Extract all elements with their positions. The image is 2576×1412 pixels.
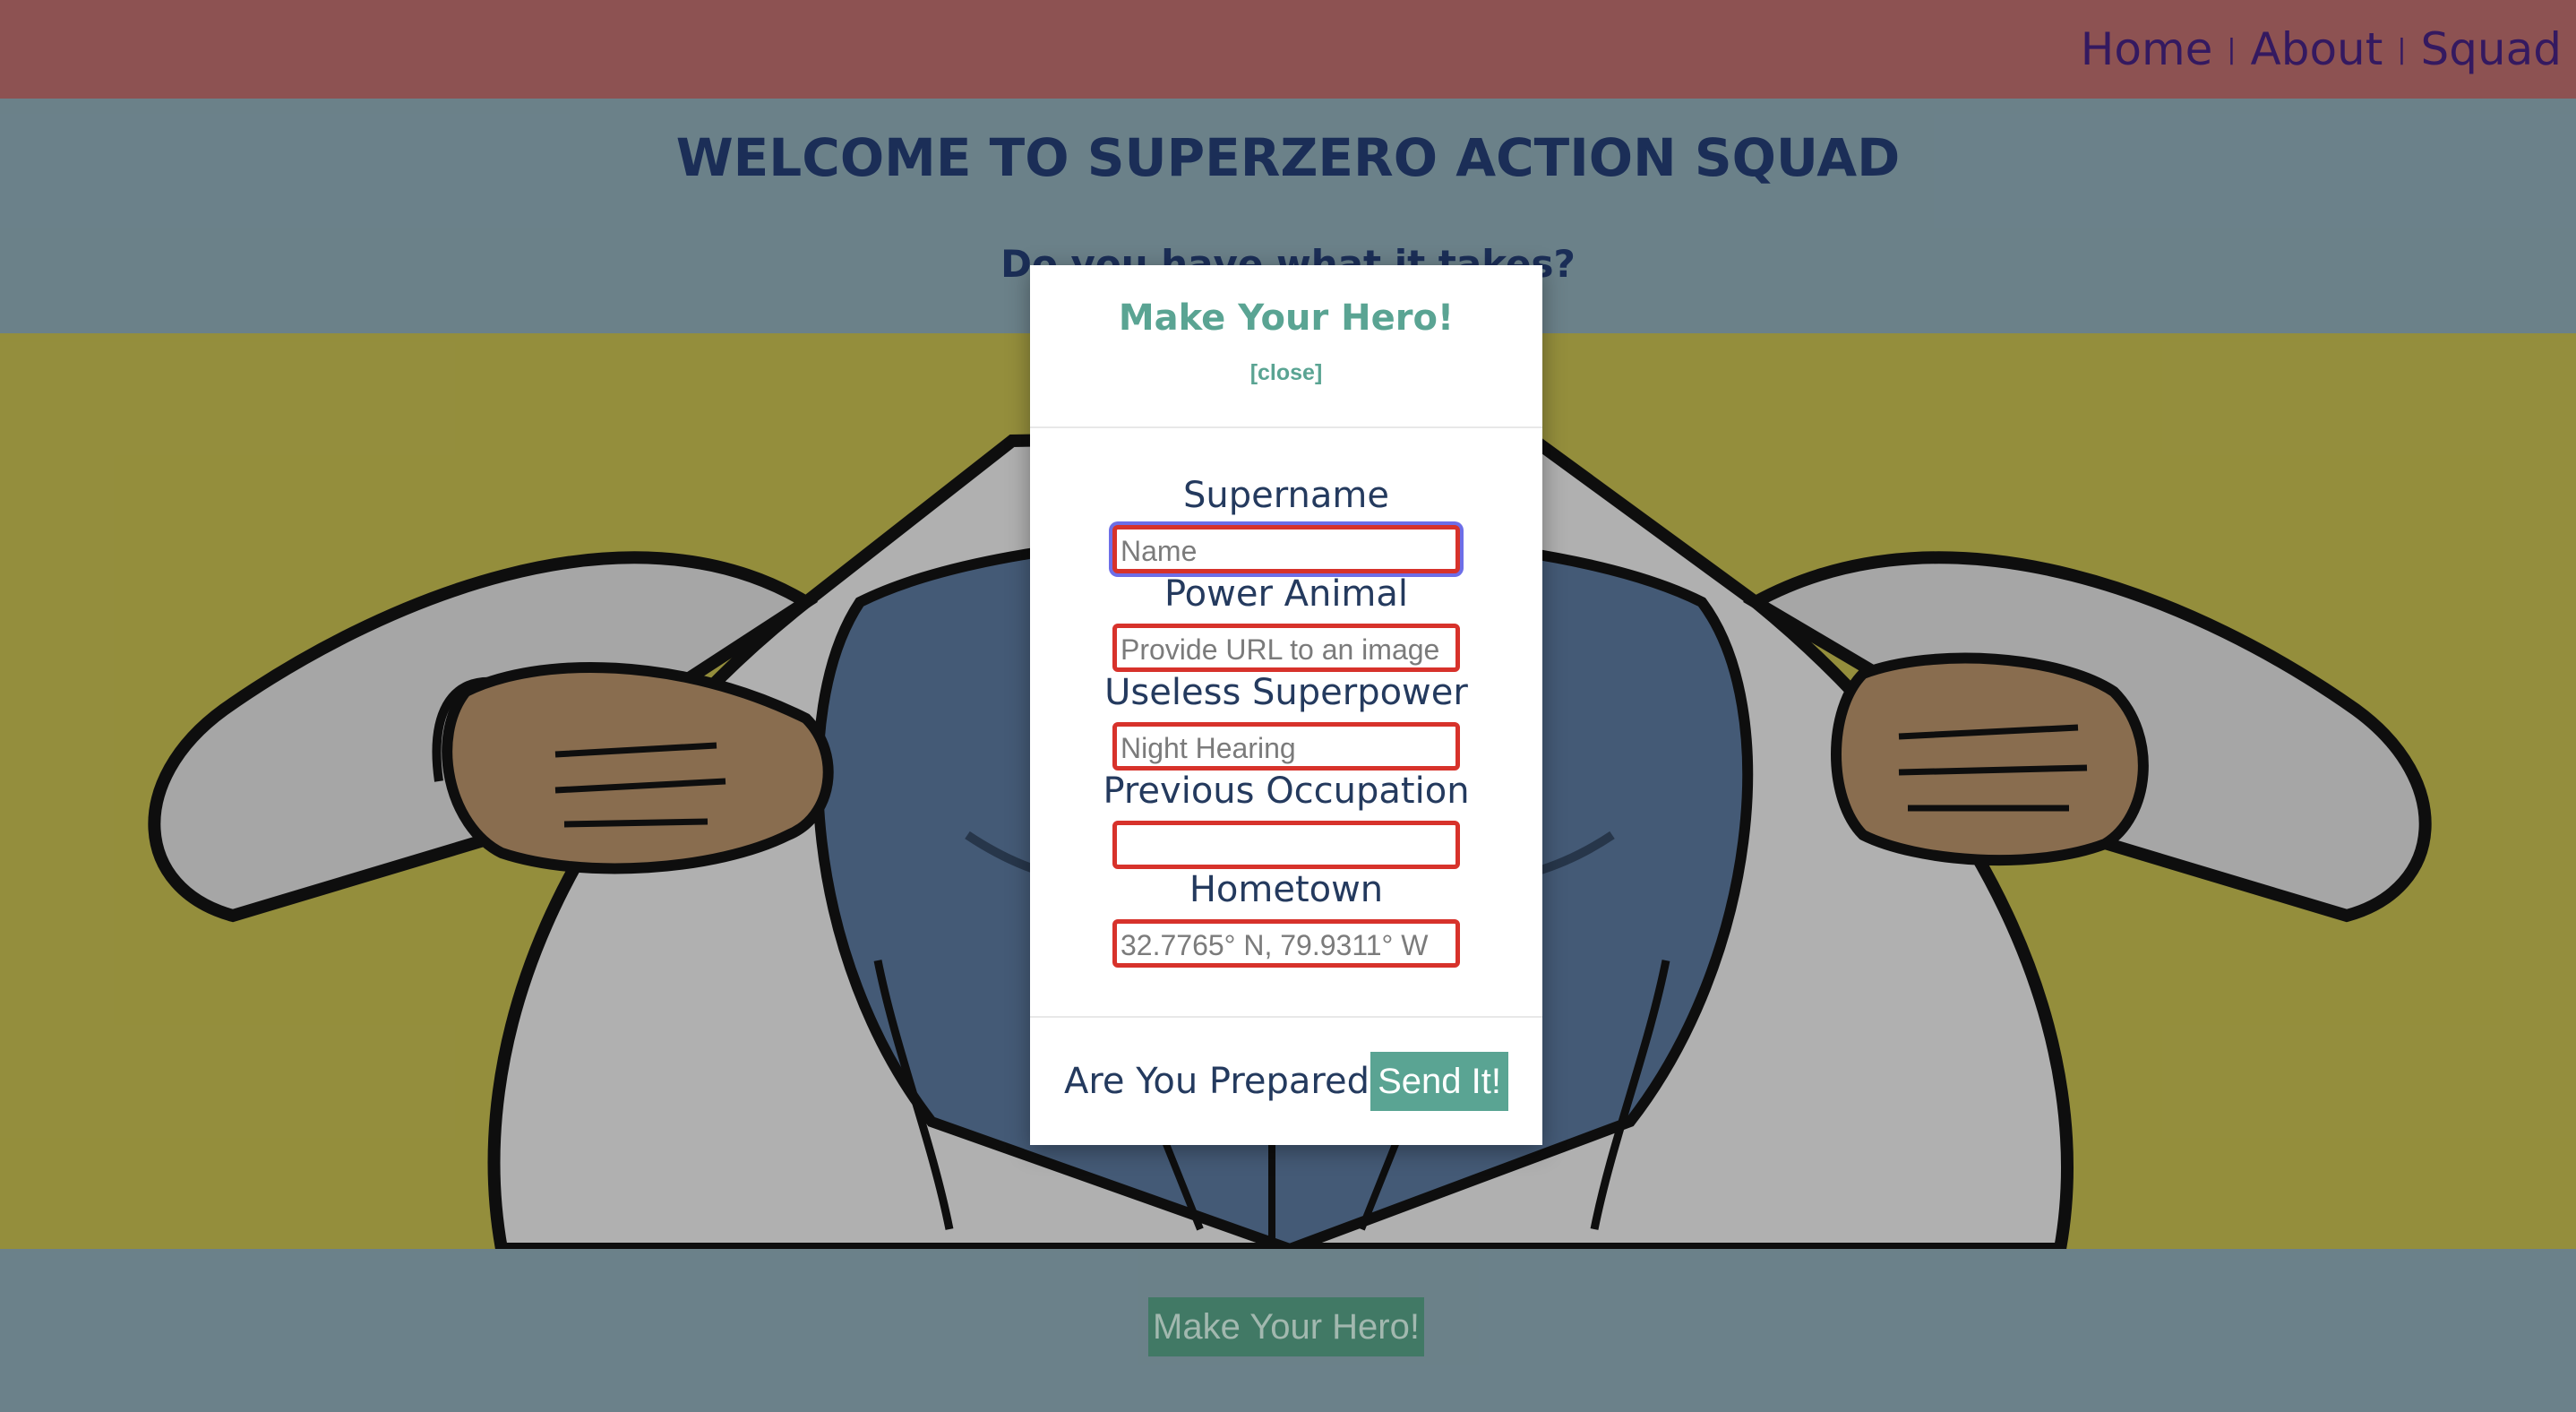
send-it-button[interactable]: Send It!: [1370, 1052, 1508, 1111]
useless-superpower-label: Useless Superpower: [1104, 672, 1468, 713]
supername-label: Supername: [1183, 475, 1389, 516]
supername-input[interactable]: [1112, 525, 1460, 573]
modal-title: Make Your Hero!: [1118, 297, 1455, 339]
modal-close-link[interactable]: [close]: [1030, 360, 1542, 386]
previous-occupation-label: Previous Occupation: [1103, 771, 1470, 812]
prepared-prompt: Are You Prepared?: [1064, 1061, 1389, 1102]
hometown-input[interactable]: [1112, 919, 1460, 968]
useless-superpower-input[interactable]: [1112, 722, 1460, 771]
previous-occupation-input[interactable]: [1112, 821, 1460, 869]
hometown-label: Hometown: [1189, 869, 1384, 910]
power-animal-label: Power Animal: [1163, 573, 1409, 615]
modal-header-divider: [1030, 426, 1542, 428]
modal-footer-divider: [1030, 1016, 1542, 1018]
power-animal-input[interactable]: [1112, 624, 1460, 672]
make-hero-modal: Make Your Hero! [close] Supername Power …: [1030, 265, 1542, 1145]
